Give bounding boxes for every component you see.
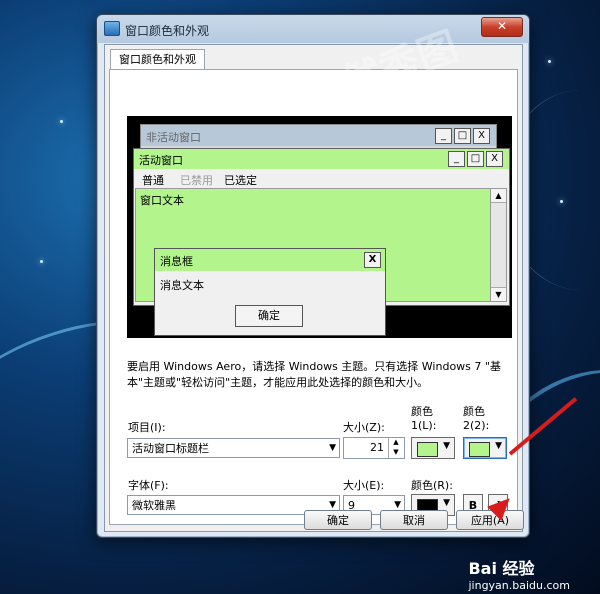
font-label: 字体(F): xyxy=(128,479,169,492)
minimize-icon: _ xyxy=(448,151,465,167)
item-select[interactable]: 活动窗口标题栏 ▼ xyxy=(127,438,340,458)
close-icon: X xyxy=(486,151,503,167)
chevron-down-icon: ▼ xyxy=(495,441,502,451)
brand-text: Bai 经验 xyxy=(468,559,535,578)
dialog-title: 窗口颜色和外观 xyxy=(125,24,210,38)
aero-info-text: 要启用 Windows Aero，请选择 Windows 主题。只有选择 Win… xyxy=(127,360,501,389)
chevron-down-icon: ▼ xyxy=(443,441,450,451)
close-button[interactable]: ✕ xyxy=(481,17,523,37)
apply-button[interactable]: 应用(A) xyxy=(456,510,524,530)
cancel-button[interactable]: 取消 xyxy=(380,510,448,530)
color1-button[interactable]: ▼ xyxy=(411,437,455,459)
background-star xyxy=(548,60,551,63)
item-size-label: 大小(Z): xyxy=(343,421,385,434)
brand-url: jingyan.baidu.com xyxy=(468,579,570,592)
active-titlebar[interactable]: 活动窗口 _ □ X xyxy=(134,149,509,169)
font-size-label: 大小(E): xyxy=(343,479,385,492)
tab-window-color[interactable]: 窗口颜色和外观 xyxy=(110,49,205,70)
menu-disabled[interactable]: 已禁用 xyxy=(180,172,213,188)
spin-down-icon[interactable]: ▼ xyxy=(388,448,403,458)
font-color-label: 颜色(R): xyxy=(411,479,453,492)
preview-scrollbar[interactable]: ▲ ▼ xyxy=(490,188,507,302)
item-label: 项目(I): xyxy=(128,421,166,434)
background-star xyxy=(40,260,43,263)
messagebox-preview[interactable]: 消息框 X 消息文本 确定 xyxy=(154,248,386,336)
scroll-down-icon: ▼ xyxy=(491,287,506,301)
color2-label: 颜色 xyxy=(463,405,485,418)
spin-up-icon[interactable]: ▲ xyxy=(388,438,403,448)
background-star xyxy=(60,120,63,123)
color1-label-2: 1(L): xyxy=(411,419,437,432)
source-badge: Bai 经验 jingyan.baidu.com xyxy=(468,555,570,592)
window-app-icon xyxy=(104,21,120,36)
messagebox-title: 消息框 xyxy=(160,255,193,268)
menu-selected[interactable]: 已选定 xyxy=(224,172,257,188)
tab-page: 非活动窗口 _ □ X 活动窗口 _ □ X 普通 已禁用 已选定 窗口文本 ▲… xyxy=(109,69,518,525)
color2-swatch xyxy=(469,442,490,457)
color1-label: 颜色 xyxy=(411,405,433,418)
messagebox-ok-button[interactable]: 确定 xyxy=(235,305,303,327)
appearance-preview[interactable]: 非活动窗口 _ □ X 活动窗口 _ □ X 普通 已禁用 已选定 窗口文本 ▲… xyxy=(127,116,512,338)
color2-button[interactable]: ▼ xyxy=(463,437,507,459)
dialog-titlebar[interactable]: 窗口颜色和外观 ✕ xyxy=(97,15,529,43)
scroll-up-icon: ▲ xyxy=(491,189,506,203)
menu-normal[interactable]: 普通 xyxy=(142,172,164,188)
messagebox-text: 消息文本 xyxy=(160,279,204,292)
messagebox-titlebar[interactable]: 消息框 X xyxy=(155,249,385,271)
chevron-down-icon: ▼ xyxy=(329,443,336,453)
inactive-window-title: 非活动窗口 xyxy=(146,131,201,144)
background-star xyxy=(560,200,563,203)
ok-button[interactable]: 确定 xyxy=(304,510,372,530)
color2-label-2: 2(2): xyxy=(463,419,490,432)
color1-swatch xyxy=(417,442,438,457)
close-icon: X xyxy=(364,252,381,268)
chevron-down-icon: ▼ xyxy=(443,498,450,508)
window-text: 窗口文本 xyxy=(140,194,184,207)
active-window-title: 活动窗口 xyxy=(139,154,183,167)
inactive-titlebar[interactable]: 非活动窗口 _ □ X xyxy=(141,125,496,146)
item-size-value: 21 xyxy=(370,441,384,454)
maximize-icon: □ xyxy=(467,151,484,167)
item-select-value: 活动窗口标题栏 xyxy=(132,442,209,455)
close-icon: X xyxy=(473,128,490,144)
preview-menubar: 普通 已禁用 已选定 xyxy=(134,170,509,188)
item-size-stepper[interactable]: 21 ▲ ▼ xyxy=(343,437,405,459)
minimize-icon: _ xyxy=(435,128,452,144)
maximize-icon: □ xyxy=(454,128,471,144)
font-select-value: 微软雅黑 xyxy=(132,499,176,512)
